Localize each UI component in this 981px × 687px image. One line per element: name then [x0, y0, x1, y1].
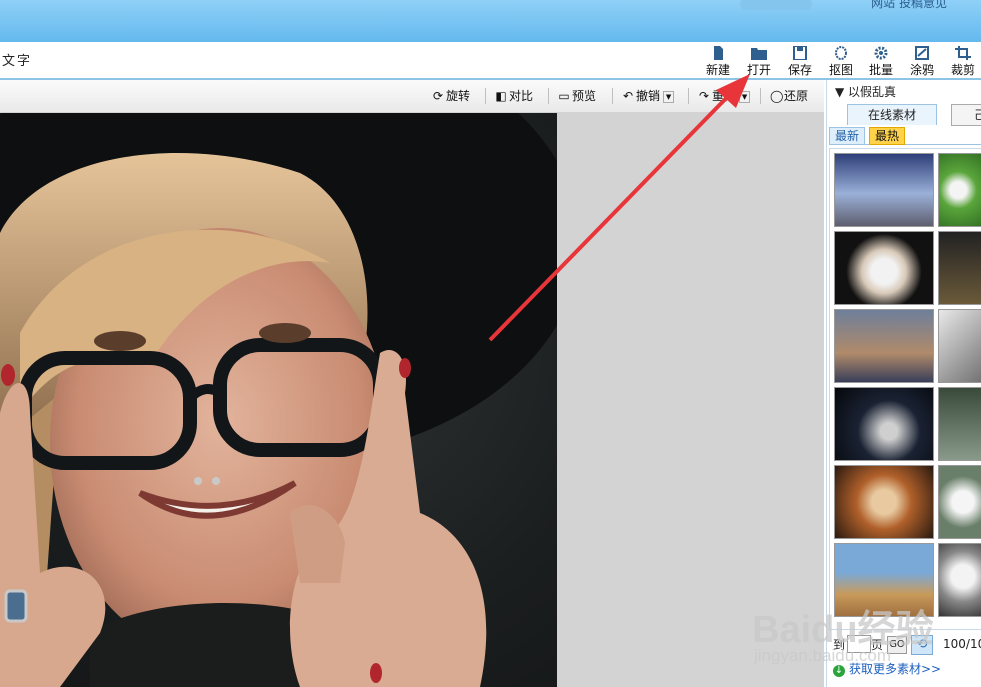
doodle-label: 涂鸦 [909, 63, 934, 77]
material-thumbnail[interactable] [834, 465, 934, 539]
redo-dropdown-icon[interactable]: ▼ [739, 90, 751, 103]
batch-gear-icon [874, 46, 888, 60]
canvas-area[interactable] [0, 113, 824, 687]
redo-icon: ↷ [698, 89, 710, 103]
edited-photo[interactable] [0, 113, 557, 687]
batch-button[interactable]: 批量 [862, 46, 900, 77]
panel-title-text: 以假乱真 [848, 85, 897, 99]
crop-label: 裁剪 [950, 63, 975, 77]
cutout-button[interactable]: 抠图 [822, 46, 860, 77]
save-label: 保存 [787, 63, 812, 77]
open-label: 打开 [746, 63, 771, 77]
material-thumbnail[interactable] [938, 387, 981, 461]
compare-label: 对比 [509, 89, 534, 103]
crop-button[interactable]: 裁剪 [944, 46, 981, 77]
compare-button[interactable]: ◧ 对比 [495, 87, 533, 105]
divider [612, 88, 613, 104]
header-links[interactable]: 网站 投稿意见 [871, 0, 947, 11]
redo-button[interactable]: ↷ 重做 ▼ [698, 87, 751, 105]
compare-icon: ◧ [495, 89, 507, 103]
materials-panel: ▼ 以假乱真 在线素材 己 最新 最热 到 页 GO ⟲ 100/10 ↓ 获取更… [826, 80, 981, 687]
batch-label: 批量 [868, 63, 893, 77]
undo-button[interactable]: ↶ 撤销 ▼ [622, 87, 675, 105]
material-thumbnail[interactable] [938, 153, 981, 227]
watermark-url: jingyan.baidu.com [754, 646, 892, 665]
materials-grid [829, 148, 981, 630]
new-file-icon [714, 46, 723, 60]
restore-icon: ◯ [770, 89, 784, 103]
main-toolbar: 文字 新建 打开 保存 抠图 批量 涂鸦 裁剪 [0, 42, 981, 80]
material-thumbnail[interactable] [834, 387, 934, 461]
tab-online-materials[interactable]: 在线素材 [847, 104, 937, 125]
new-button[interactable]: 新建 [699, 46, 737, 77]
undo-dropdown-icon[interactable]: ▼ [663, 90, 675, 103]
restore-label: 还原 [784, 89, 809, 103]
tab-newest[interactable]: 最新 [829, 127, 866, 145]
watermark-brand: Baidu经验 [752, 609, 934, 651]
save-button[interactable]: 保存 [781, 46, 819, 77]
material-thumbnail[interactable] [834, 153, 934, 227]
portrait-illustration [0, 113, 557, 687]
preview-icon: ▭ [558, 89, 570, 103]
restore-button[interactable]: ◯还原 [770, 87, 808, 105]
crop-icon [955, 46, 971, 60]
tab-hottest[interactable]: 最热 [869, 127, 906, 145]
divider [548, 88, 549, 104]
material-thumbnail[interactable] [938, 231, 981, 305]
header-button[interactable] [740, 0, 812, 10]
panel-title[interactable]: ▼ 以假乱真 [835, 83, 896, 100]
material-thumbnail[interactable] [834, 231, 934, 305]
material-thumbnail[interactable] [938, 309, 981, 383]
open-folder-icon [751, 48, 767, 60]
material-thumbnail[interactable] [938, 465, 981, 539]
doodle-icon [915, 46, 929, 60]
app-header: 网站 投稿意见 [0, 0, 981, 42]
redo-label: 重做 [712, 89, 737, 103]
cutout-icon [835, 46, 847, 60]
cutout-label: 抠图 [828, 63, 853, 77]
undo-icon: ↶ [622, 89, 634, 103]
open-button[interactable]: 打开 [740, 46, 778, 77]
material-thumbnail[interactable] [834, 309, 934, 383]
collapse-icon[interactable]: ▼ [835, 85, 848, 99]
divider [688, 88, 689, 104]
undo-label: 撤销 [636, 89, 661, 103]
divider [760, 88, 761, 104]
doodle-button[interactable]: 涂鸦 [903, 46, 941, 77]
rotate-button[interactable]: ⟳ 旋转 [432, 87, 470, 105]
tab-local-materials[interactable]: 己 [951, 104, 981, 126]
baidu-watermark: Baidu经验 jingyan.baidu.com [752, 598, 981, 687]
new-label: 新建 [705, 63, 730, 77]
rotate-label: 旋转 [446, 89, 471, 103]
rotate-icon: ⟳ [432, 89, 444, 103]
canvas-toolbar: ⟳ 旋转 ◧ 对比 ▭ 预览 ↶ 撤销 ▼ ↷ 重做 ▼ ◯还原 [0, 80, 824, 113]
divider [485, 88, 486, 104]
preview-button[interactable]: ▭ 预览 [558, 87, 596, 105]
save-disk-icon [793, 46, 807, 60]
preview-label: 预览 [572, 89, 597, 103]
text-tab[interactable]: 文字 [2, 50, 32, 69]
sort-tabs: 最新 最热 [829, 127, 981, 145]
